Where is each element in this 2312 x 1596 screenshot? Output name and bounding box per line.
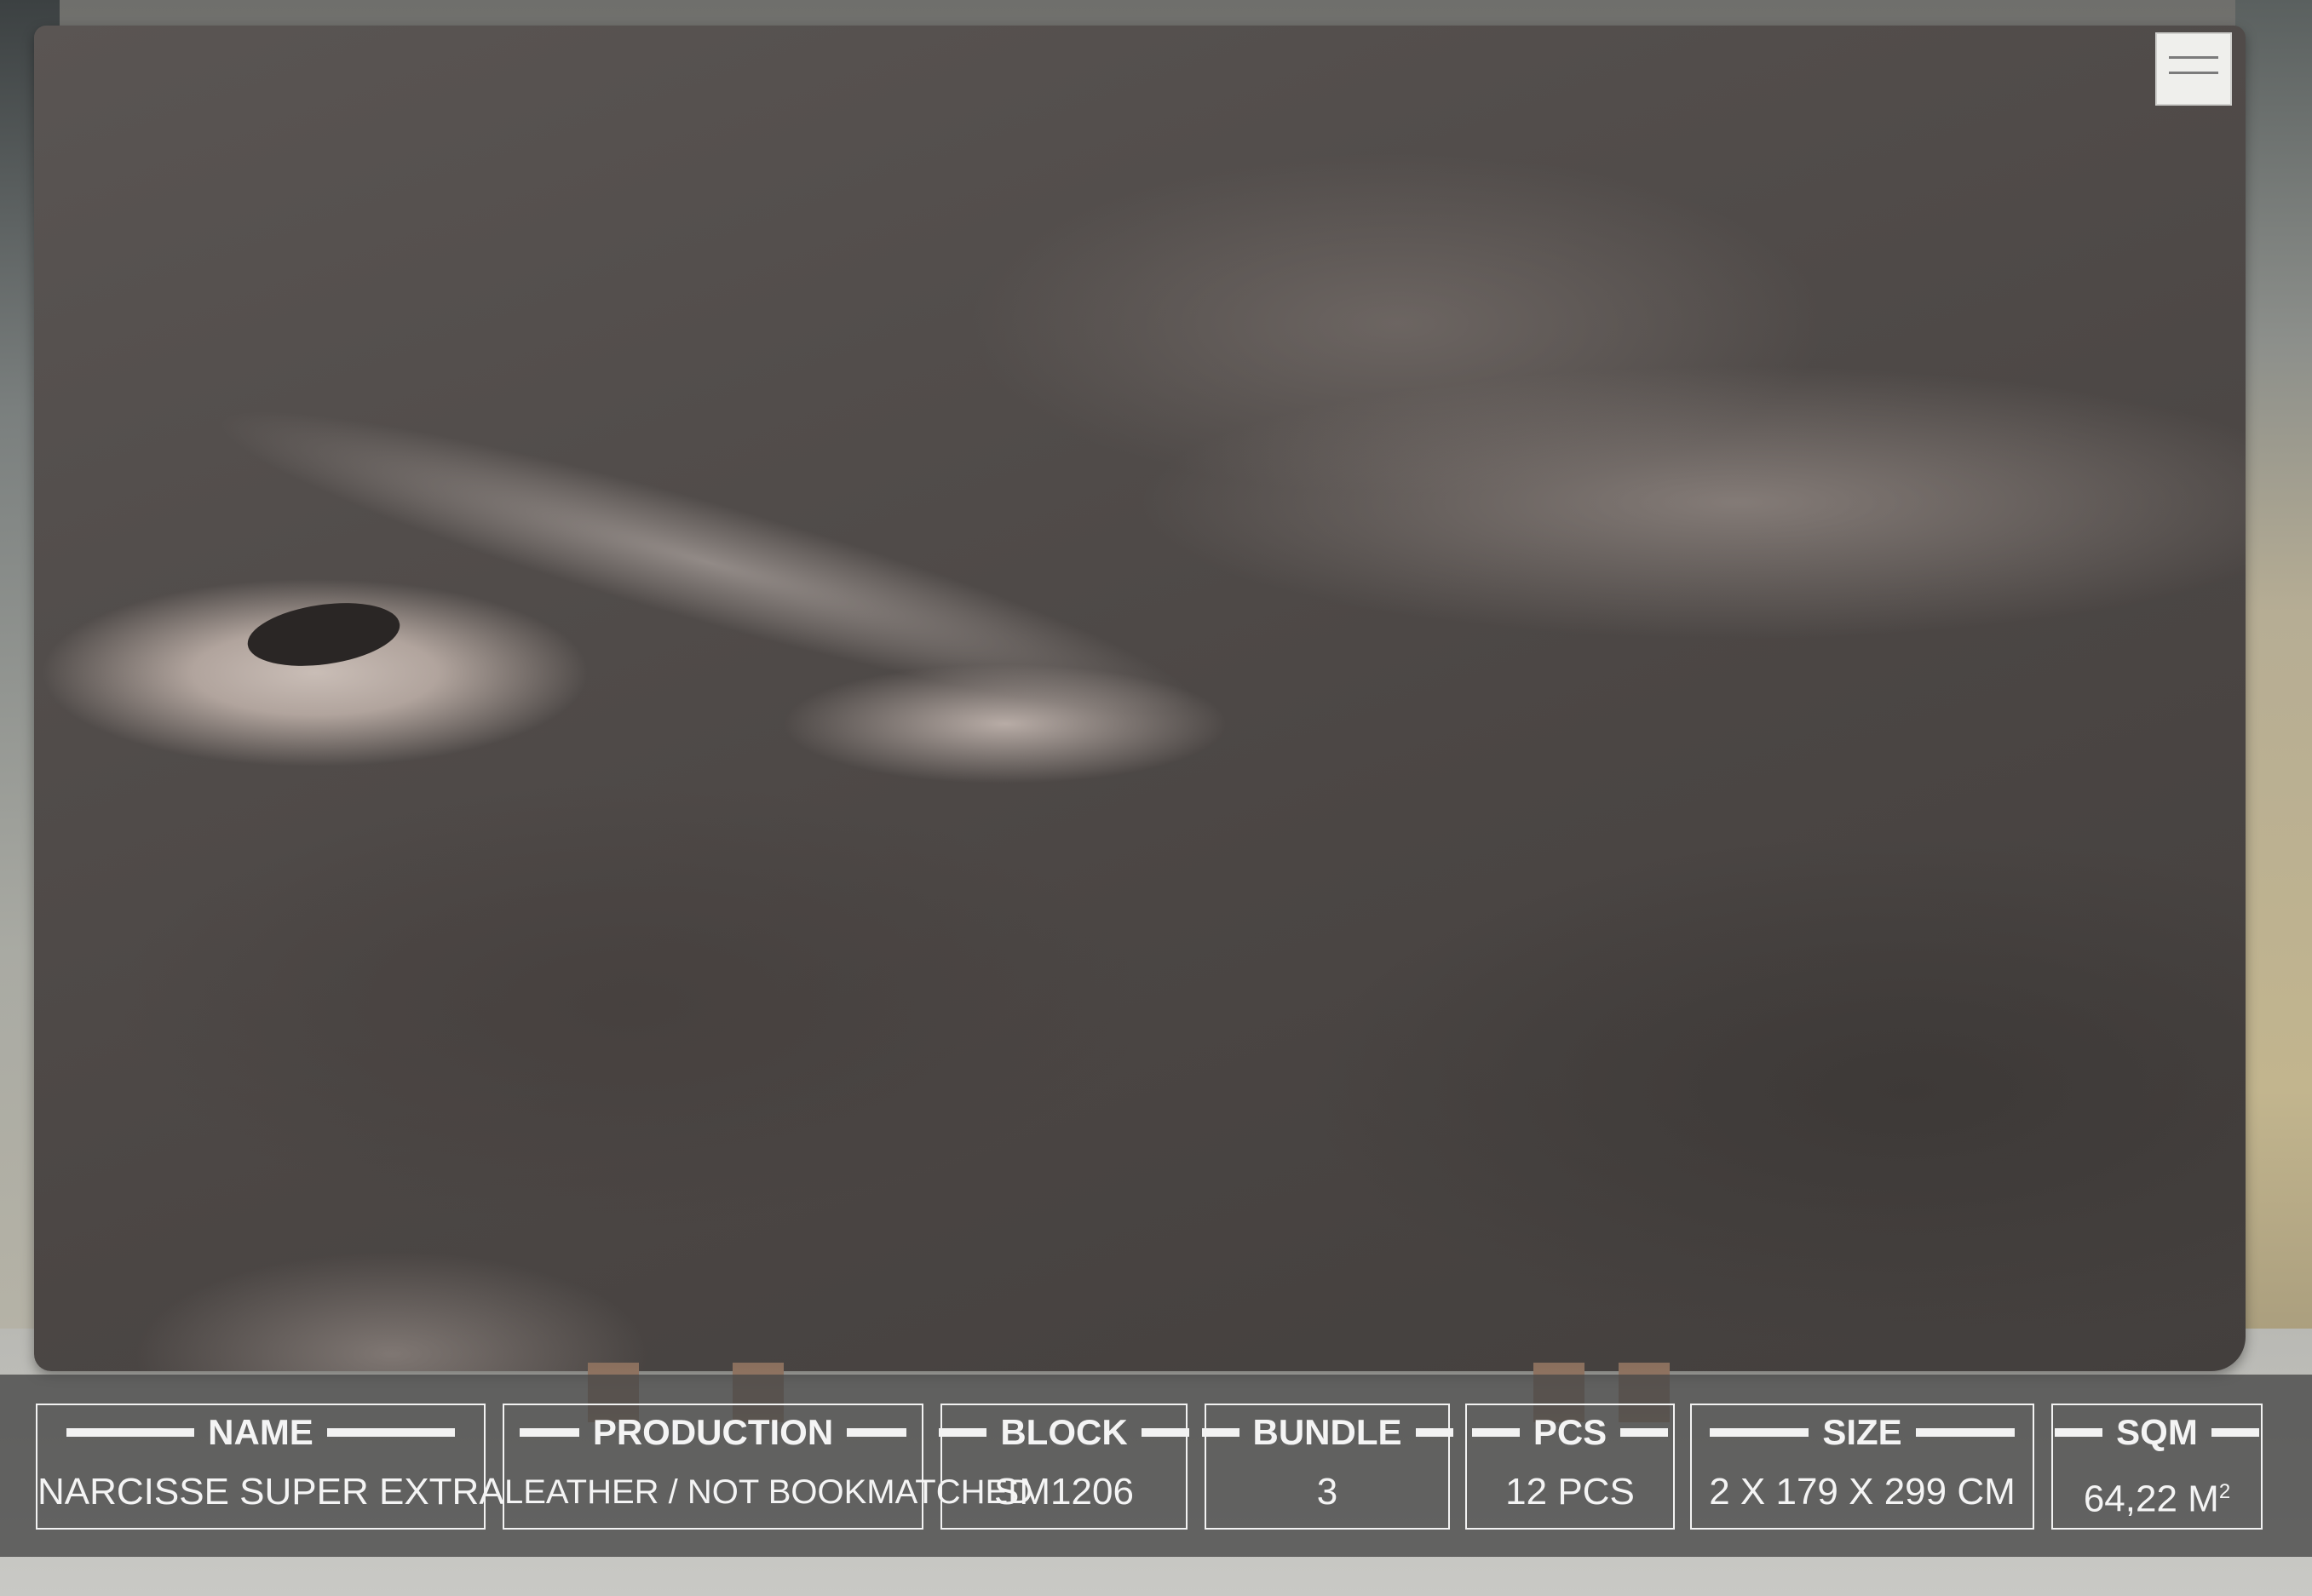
warehouse-wall-right [2235,0,2312,1363]
info-value-name: NARCISSE SUPER EXTRA [37,1471,504,1513]
info-value-pcs: 12 PCS [1505,1471,1635,1513]
info-value-production: LEATHER / NOT BOOKMATCHED [504,1473,1033,1511]
info-label-production: PRODUCTION [592,1412,834,1452]
header-dash [66,1428,195,1437]
sqm-number: 64,22 M [2083,1478,2219,1520]
header-dash [1620,1428,1669,1437]
header-dash [1915,1428,2015,1437]
slab-vein [198,364,1216,761]
info-label-bundle: BUNDLE [1252,1412,1402,1452]
header-dash [326,1428,455,1437]
marble-slab [34,26,2246,1371]
slab-dark-spot [244,594,404,675]
header-dash [2055,1428,2103,1437]
info-label-name: NAME [208,1412,313,1452]
info-label-size: SIZE [1822,1412,1902,1452]
header-dash [1201,1428,1239,1437]
slab-tag [2155,32,2232,106]
header-dash [2211,1428,2259,1437]
info-label-pcs: PCS [1533,1412,1607,1452]
info-value-bundle: 3 [1316,1471,1338,1513]
header-dash [1141,1428,1189,1437]
info-label-sqm: SQM [2116,1412,2198,1452]
info-value-size: 2 X 179 X 299 CM [1709,1471,2016,1513]
header-dash [939,1428,987,1437]
header-dash [519,1428,579,1437]
info-box-name: NAME NARCISSE SUPER EXTRA [36,1404,504,1530]
info-label-block: BLOCK [1000,1412,1128,1452]
info-box-sqm: SQM 64,22 M2 [2051,1404,2263,1530]
info-box-bundle: BUNDLE 3 [1201,1404,1453,1530]
info-box-size: SIZE 2 X 179 X 299 CM [1690,1404,2034,1530]
header-dash [1710,1428,1809,1437]
info-box-block: BLOCK SM1206 [939,1404,1189,1530]
info-value-block: SM1206 [994,1471,1134,1513]
info-box-production: PRODUCTION LEATHER / NOT BOOKMATCHED [503,1404,1033,1530]
info-box-pcs: PCS 12 PCS [1465,1404,1675,1530]
header-dash [1415,1428,1453,1437]
info-value-sqm: 64,22 M2 [2053,1468,2261,1520]
header-dash [847,1428,907,1437]
sqm-superscript: 2 [2218,1480,2231,1503]
header-dash [1471,1428,1520,1437]
